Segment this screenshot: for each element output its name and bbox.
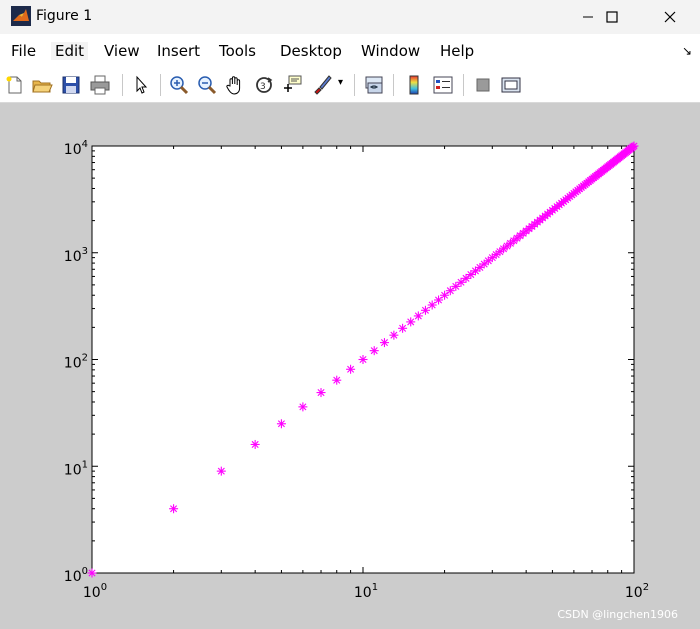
data-point (276, 419, 286, 429)
close-button[interactable] (647, 0, 693, 34)
data-point (445, 286, 455, 296)
toolbar-separator (122, 74, 123, 96)
menu-edit[interactable]: Edit (51, 42, 89, 60)
data-point (298, 402, 308, 412)
dock-arrow-icon[interactable]: ↘ (682, 44, 692, 58)
data-point (389, 330, 399, 340)
link-plot-icon[interactable] (363, 74, 385, 96)
menu-bar: File Edit View Insert Tools Desktop Wind… (0, 34, 700, 68)
data-point (169, 504, 179, 514)
legend-icon[interactable] (432, 74, 454, 96)
data-point (629, 141, 639, 151)
data-point (427, 300, 437, 310)
menu-help[interactable]: Help (440, 42, 474, 60)
new-figure-icon[interactable] (4, 74, 26, 96)
y-tick-label: 101 (64, 459, 88, 478)
data-point (413, 311, 423, 321)
data-point (358, 355, 368, 364)
data-point (216, 466, 226, 476)
x-tick-label: 101 (354, 582, 378, 601)
figure-toolbar: 3 ▾ (0, 68, 700, 103)
toolbar-separator (393, 74, 394, 96)
maximize-button[interactable] (589, 0, 635, 34)
toolbar-separator (160, 74, 161, 96)
svg-text:3: 3 (260, 82, 266, 92)
open-icon[interactable] (31, 74, 53, 96)
brush-icon[interactable] (311, 74, 333, 96)
toolbar-separator (354, 74, 355, 96)
data-point (316, 388, 326, 398)
zoom-out-icon[interactable] (196, 74, 218, 96)
brush-dropdown-icon[interactable]: ▾ (338, 77, 348, 99)
y-tick-label: 104 (64, 139, 88, 158)
loglog-plot: 100 101 102 100 101 102 103 104 (64, 139, 649, 601)
menu-desktop[interactable]: Desktop (280, 42, 342, 60)
data-point (346, 364, 356, 374)
y-tick-label: 102 (64, 353, 88, 372)
watermark-text: CSDN @lingchen1906 (557, 608, 678, 621)
show-plot-tools-icon[interactable] (500, 74, 522, 96)
data-point (440, 290, 450, 300)
close-icon (664, 11, 676, 23)
data-cursor-icon[interactable] (281, 74, 303, 96)
menu-insert[interactable]: Insert (157, 42, 200, 60)
hide-plot-tools-icon[interactable] (472, 74, 494, 96)
data-point (250, 439, 260, 449)
figure-canvas: 100 101 102 100 101 102 103 104 CSDN @lingchen1… (0, 103, 700, 629)
figure-window: Figure 1 File Edit View Insert Tools Des… (0, 0, 700, 629)
data-point (398, 323, 408, 333)
x-tick-label: 102 (625, 582, 649, 601)
maximize-icon (606, 11, 618, 23)
save-icon[interactable] (60, 74, 82, 96)
colorbar-icon[interactable] (403, 74, 425, 96)
data-point (456, 277, 466, 287)
title-bar: Figure 1 (0, 0, 700, 34)
x-tick-label: 100 (83, 582, 107, 601)
menu-window[interactable]: Window (361, 42, 420, 60)
print-icon[interactable] (89, 74, 111, 96)
data-point (332, 375, 342, 385)
data-point (369, 346, 379, 356)
pointer-icon[interactable] (130, 74, 152, 96)
y-tick-label: 100 (64, 566, 88, 585)
toolbar-separator (463, 74, 464, 96)
menu-tools[interactable]: Tools (219, 42, 256, 60)
zoom-in-icon[interactable] (168, 74, 190, 96)
data-point (406, 317, 416, 327)
y-tick-label: 103 (64, 246, 88, 265)
menu-file[interactable]: File (11, 42, 36, 60)
data-point (461, 273, 471, 283)
data-point (451, 281, 461, 291)
rotate-3d-icon[interactable]: 3 (253, 74, 275, 96)
pan-icon[interactable] (224, 74, 246, 96)
menu-view[interactable]: View (104, 42, 140, 60)
matlab-icon (11, 6, 31, 26)
window-title: Figure 1 (36, 8, 93, 24)
